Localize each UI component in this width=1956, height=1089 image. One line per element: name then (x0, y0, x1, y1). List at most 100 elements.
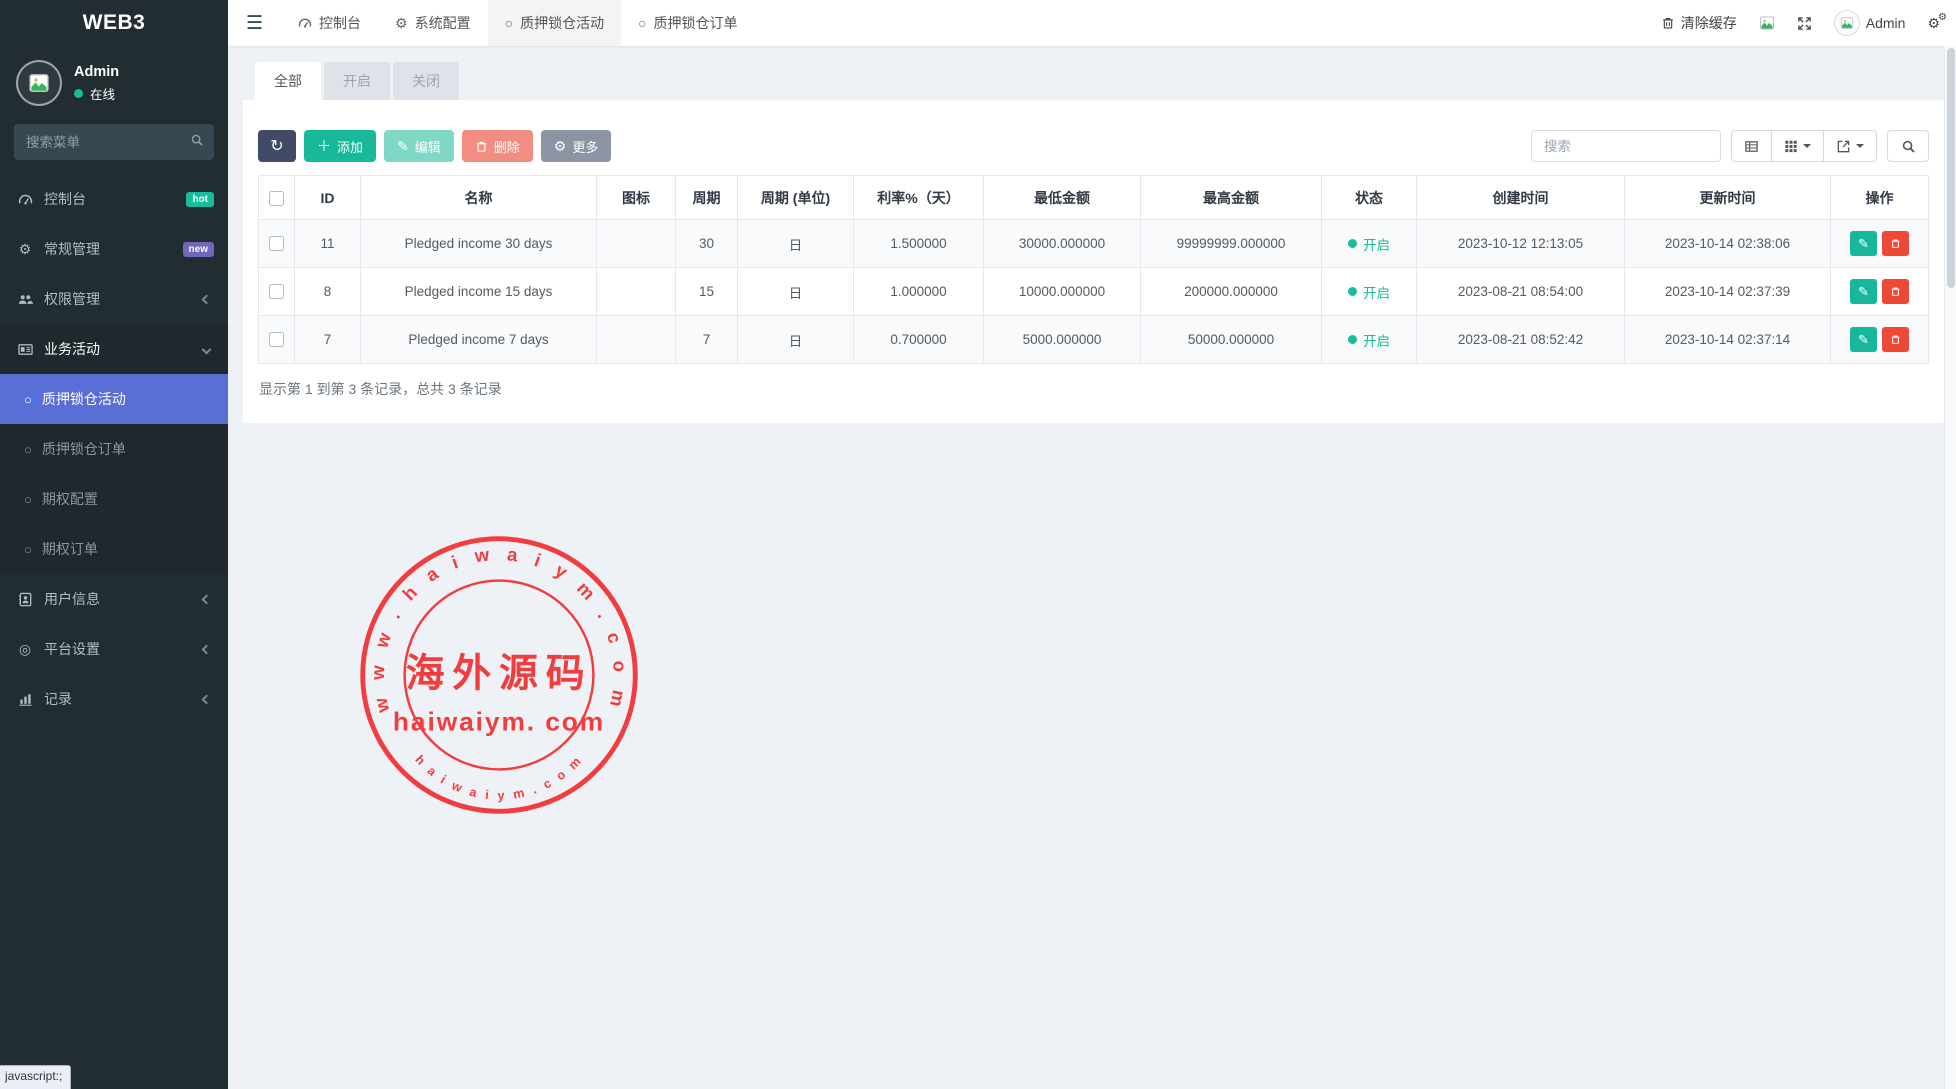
sidebar-item-pledge-activity[interactable]: ○ 质押锁仓活动 (0, 374, 228, 424)
more-button[interactable]: ⚙更多 (541, 130, 612, 162)
sidebar-item-pledge-orders[interactable]: ○ 质押锁仓订单 (0, 424, 228, 474)
topbar-tabs: 控制台 ⚙ 系统配置 ○ 质押锁仓活动 ○ 质押锁仓订单 (281, 0, 755, 46)
row-checkbox[interactable] (269, 284, 284, 299)
status-dot-icon (1348, 335, 1357, 344)
toolbar-right (1531, 130, 1929, 162)
tab-pledge-activity[interactable]: ○ 质押锁仓活动 (488, 0, 621, 46)
tab-label: 质押锁仓订单 (654, 13, 738, 33)
language-button[interactable] (1759, 15, 1775, 31)
columns-button[interactable] (1772, 130, 1824, 162)
sidebar-item-records[interactable]: 记录 (0, 674, 228, 724)
filter-tab-closed[interactable]: 关闭 (393, 62, 459, 100)
cell-rate: 1.000000 (854, 268, 984, 316)
topbar-username: Admin (1866, 15, 1906, 31)
sidebar-item-permissions[interactable]: 权限管理 (0, 274, 228, 324)
data-table: ID 名称 图标 周期 周期 (单位) 利率%（天） 最低金额 最高金额 状态 … (258, 175, 1929, 364)
circle-icon: ○ (638, 15, 646, 31)
row-delete-button[interactable] (1882, 231, 1909, 256)
pencil-icon: ✎ (1858, 236, 1869, 252)
cell-cycle: 15 (676, 268, 738, 316)
select-all-checkbox[interactable] (269, 191, 284, 206)
cell-rate: 1.500000 (854, 220, 984, 268)
tab-pledge-orders[interactable]: ○ 质押锁仓订单 (621, 0, 754, 46)
gear-icon: ⚙ (554, 138, 567, 155)
tab-dashboard[interactable]: 控制台 (281, 0, 378, 46)
row-checkbox[interactable] (269, 236, 284, 251)
cell-updated: 2023-10-14 02:37:39 (1625, 268, 1831, 316)
sidebar-menu: 控制台 hot ⚙ 常规管理 new 权限管理 业务活动 ○ (0, 174, 228, 1089)
sidebar-search-input[interactable] (14, 124, 214, 160)
col-icon: 图标 (597, 176, 676, 220)
pencil-icon: ✎ (1858, 332, 1869, 348)
admin-screen: WEB3 Admin 在线 控制台 hot (0, 0, 1956, 1089)
cell-updated: 2023-10-14 02:37:14 (1625, 316, 1831, 364)
sidebar-item-business[interactable]: 业务活动 (0, 324, 228, 374)
sidebar-subitem-label: 质押锁仓活动 (42, 389, 126, 409)
table-search-input[interactable] (1531, 130, 1721, 162)
col-min-amount: 最低金额 (984, 176, 1141, 220)
refresh-button[interactable]: ↻ (258, 130, 296, 162)
table-row: 11 Pledged income 30 days 30 日 1.500000 … (259, 220, 1929, 268)
sidebar-item-general[interactable]: ⚙ 常规管理 new (0, 224, 228, 274)
topbar: ☰ 控制台 ⚙ 系统配置 ○ 质押锁仓活动 ○ 质押锁仓订单 (228, 0, 1956, 46)
sidebar-item-platform[interactable]: ◎ 平台设置 (0, 624, 228, 674)
cell-created: 2023-08-21 08:54:00 (1417, 268, 1625, 316)
cell-id: 8 (295, 268, 361, 316)
cell-icon (597, 220, 676, 268)
circle-icon: ○ (505, 15, 513, 31)
chevron-down-icon (202, 344, 212, 354)
settings-button[interactable]: ⚙⚙ (1927, 15, 1940, 32)
export-button[interactable] (1824, 130, 1877, 162)
cell-min-amount: 10000.000000 (984, 268, 1141, 316)
caret-down-icon (1803, 144, 1811, 148)
user-name: Admin (74, 64, 119, 80)
sidebar-item-option-orders[interactable]: ○ 期权订单 (0, 524, 228, 574)
new-badge: new (183, 242, 214, 257)
cogs-icon: ⚙ (16, 241, 34, 258)
row-edit-button[interactable]: ✎ (1850, 279, 1877, 304)
search-toggle-button[interactable] (1887, 130, 1929, 162)
clear-cache-button[interactable]: 清除缓存 (1661, 13, 1737, 33)
export-icon (1836, 139, 1851, 154)
tab-system-config[interactable]: ⚙ 系统配置 (378, 0, 488, 46)
chevron-left-icon (202, 594, 212, 604)
detail-view-button[interactable] (1731, 130, 1772, 162)
chevron-left-icon (202, 694, 212, 704)
filter-tab-all[interactable]: 全部 (255, 62, 321, 100)
cell-name: Pledged income 7 days (361, 316, 597, 364)
row-edit-button[interactable]: ✎ (1850, 327, 1877, 352)
status-dot-icon (1348, 239, 1357, 248)
edit-button[interactable]: ✎编辑 (384, 130, 454, 162)
row-delete-button[interactable] (1882, 279, 1909, 304)
circle-icon: ○ (24, 492, 32, 507)
sidebar-item-option-config[interactable]: ○ 期权配置 (0, 474, 228, 524)
online-dot-icon (74, 89, 83, 98)
row-edit-button[interactable]: ✎ (1850, 231, 1877, 256)
target-icon: ◎ (16, 641, 34, 658)
hamburger-menu-icon[interactable]: ☰ (228, 12, 281, 35)
table-row: 7 Pledged income 7 days 7 日 0.700000 500… (259, 316, 1929, 364)
sidebar-item-userinfo[interactable]: 用户信息 (0, 574, 228, 624)
vertical-scrollbar[interactable] (1944, 46, 1956, 1089)
cell-min-amount: 5000.000000 (984, 316, 1141, 364)
sidebar-item-dashboard[interactable]: 控制台 hot (0, 174, 228, 224)
col-created: 创建时间 (1417, 176, 1625, 220)
content-area: 全部 开启 关闭 ↻ ＋添加 ✎编辑 删除 ⚙更多 (228, 46, 1956, 1089)
fullscreen-button[interactable] (1797, 16, 1812, 31)
cell-rate: 0.700000 (854, 316, 984, 364)
sidebar-item-label: 用户信息 (44, 589, 100, 609)
grid-icon (1784, 139, 1798, 153)
search-icon (1901, 139, 1916, 154)
app-brand: WEB3 (0, 0, 228, 46)
sidebar-item-label: 权限管理 (44, 289, 100, 309)
add-button[interactable]: ＋添加 (304, 130, 376, 162)
table-card: ↻ ＋添加 ✎编辑 删除 ⚙更多 (243, 100, 1944, 423)
filter-tab-open[interactable]: 开启 (324, 62, 390, 100)
user-menu[interactable]: Admin (1834, 10, 1906, 36)
row-delete-button[interactable] (1882, 327, 1909, 352)
row-checkbox[interactable] (269, 332, 284, 347)
scrollbar-thumb[interactable] (1947, 48, 1955, 288)
user-status: 在线 (74, 84, 119, 103)
delete-button[interactable]: 删除 (462, 130, 533, 162)
cell-name: Pledged income 15 days (361, 268, 597, 316)
